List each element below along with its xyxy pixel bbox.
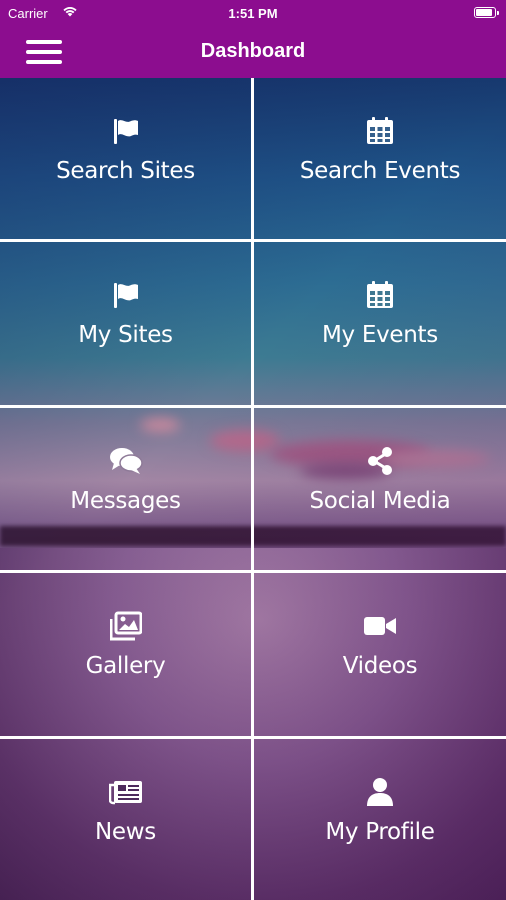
newspaper-icon xyxy=(0,777,251,809)
status-bar: Carrier 1:51 PM xyxy=(0,0,506,28)
tile-my-events[interactable]: My Events xyxy=(254,242,506,405)
video-camera-icon xyxy=(254,611,506,643)
tile-label: Search Sites xyxy=(56,158,195,184)
tile-label: My Profile xyxy=(325,819,435,845)
tile-label: Social Media xyxy=(309,488,451,514)
tile-messages[interactable]: Messages xyxy=(0,408,251,570)
tile-label: Messages xyxy=(70,488,181,514)
tile-label: News xyxy=(95,819,156,845)
nav-bar: Dashboard xyxy=(0,28,506,78)
flag-icon xyxy=(0,280,251,312)
share-icon xyxy=(254,446,506,478)
tile-search-events[interactable]: Search Events xyxy=(254,78,506,239)
images-icon xyxy=(0,611,251,643)
battery-icon xyxy=(474,7,499,18)
tile-my-profile[interactable]: My Profile xyxy=(254,739,506,900)
tile-news[interactable]: News xyxy=(0,739,251,900)
flag-icon xyxy=(0,116,251,148)
tile-videos[interactable]: Videos xyxy=(254,573,506,736)
tile-label: Videos xyxy=(342,653,418,679)
tile-label: My Sites xyxy=(78,322,173,348)
tile-my-sites[interactable]: My Sites xyxy=(0,242,251,405)
calendar-icon xyxy=(254,280,506,312)
clock: 1:51 PM xyxy=(228,6,278,21)
tile-label: Search Events xyxy=(299,158,461,184)
tile-label: My Events xyxy=(322,322,438,348)
dashboard-grid: Search Sites Search Events My Sites My E… xyxy=(0,78,506,900)
tile-label: Gallery xyxy=(85,653,166,679)
tile-gallery[interactable]: Gallery xyxy=(0,573,251,736)
page-title: Dashboard xyxy=(200,40,306,62)
tile-social-media[interactable]: Social Media xyxy=(254,408,506,570)
chat-bubbles-icon xyxy=(0,446,251,478)
user-icon xyxy=(254,777,506,809)
tile-search-sites[interactable]: Search Sites xyxy=(0,78,251,239)
calendar-icon xyxy=(254,116,506,148)
